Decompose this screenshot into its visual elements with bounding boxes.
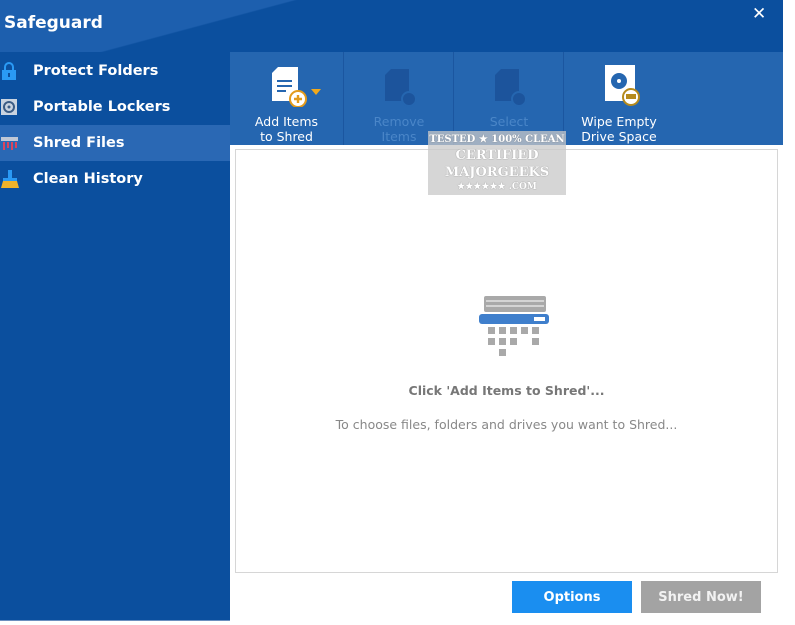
watermark-text: ★★★★★★ .COM xyxy=(457,182,537,192)
sidebar-item-clean-history[interactable]: Clean History xyxy=(0,161,230,197)
hard-drive-icon xyxy=(597,63,641,110)
close-button[interactable]: ✕ xyxy=(752,4,766,24)
sidebar-item-protect-folders[interactable]: Protect Folders xyxy=(0,53,230,89)
select-items-label: Select xyxy=(489,114,529,129)
wipe-label-2: Drive Space xyxy=(581,129,657,144)
dropdown-arrow-icon xyxy=(310,89,321,95)
content-area: Click 'Add Items to Shred'... To choose … xyxy=(230,145,783,621)
empty-state-subtitle: To choose files, folders and drives you … xyxy=(335,417,678,432)
empty-state-title: Click 'Add Items to Shred'... xyxy=(408,383,605,398)
sidebar-item-label: Clean History xyxy=(33,171,143,187)
shredder-illustration-icon xyxy=(479,296,551,364)
add-file-icon xyxy=(252,63,322,110)
lock-icon xyxy=(0,62,33,80)
sidebar: Protect Folders Portable Lockers Shred F… xyxy=(0,53,230,197)
title-bar: Safeguard ✕ xyxy=(0,0,783,52)
shredder-icon xyxy=(0,135,33,151)
watermark-text: MAJORGEEKS xyxy=(444,165,550,180)
disc-icon xyxy=(0,99,33,115)
majorgeeks-watermark: TESTED ★ 100% CLEAN CERTIFIED MAJORGEEKS… xyxy=(428,131,566,195)
watermark-text: CERTIFIED xyxy=(455,148,539,163)
app-window: Safeguard ✕ Protect Folders Portable Loc… xyxy=(0,0,783,621)
wipe-label: Wipe Empty xyxy=(581,114,657,129)
options-button[interactable]: Options xyxy=(512,581,632,613)
wipe-drive-button[interactable]: Wipe Empty Drive Space xyxy=(565,52,673,146)
add-items-label-2: to Shred xyxy=(260,129,313,144)
select-file-icon xyxy=(489,63,529,110)
remove-items-label: Remove xyxy=(373,114,425,129)
sidebar-item-label: Shred Files xyxy=(33,135,125,151)
watermark-text: TESTED ★ 100% CLEAN xyxy=(429,134,565,145)
broom-icon xyxy=(0,170,33,188)
remove-file-icon xyxy=(379,63,419,110)
add-items-button[interactable]: Add Items to Shred xyxy=(230,52,343,146)
sidebar-item-label: Protect Folders xyxy=(33,63,159,79)
shred-now-button[interactable]: Shred Now! xyxy=(641,581,761,613)
file-list-panel: Click 'Add Items to Shred'... To choose … xyxy=(235,149,778,573)
app-title: Safeguard xyxy=(4,13,103,33)
sidebar-item-label: Portable Lockers xyxy=(33,99,171,115)
sidebar-item-shred-files[interactable]: Shred Files xyxy=(0,125,230,161)
sidebar-item-portable-lockers[interactable]: Portable Lockers xyxy=(0,89,230,125)
add-items-label: Add Items xyxy=(254,114,319,129)
